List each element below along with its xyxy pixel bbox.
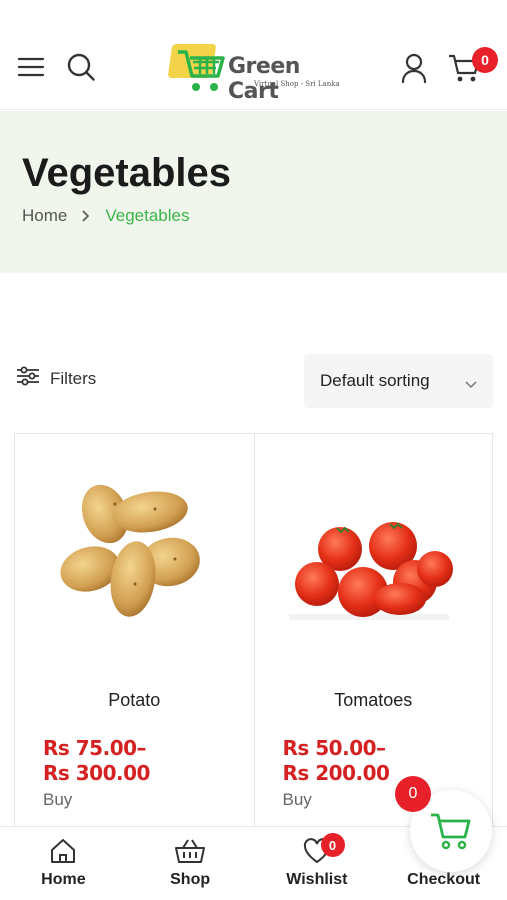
cart-icon (431, 813, 471, 850)
product-price: Rs 75.00– Rs 300.00 (43, 736, 150, 786)
product-name[interactable]: Tomatoes (255, 690, 493, 711)
sliders-icon (16, 366, 40, 391)
menu-icon[interactable] (16, 52, 46, 82)
breadcrumb-home-link[interactable]: Home (22, 206, 67, 226)
nav-item-shop[interactable]: Shop (127, 827, 254, 900)
nav-label: Wishlist (286, 871, 348, 888)
price-range-max: Rs 200.00 (282, 761, 390, 785)
home-icon (51, 839, 76, 863)
page-title: Vegetables (22, 151, 232, 195)
nav-label: Checkout (407, 871, 481, 888)
product-grid: Potato Rs 75.00– Rs 300.00 Buy Tomatoes (14, 433, 493, 833)
tomatoes-image[interactable] (285, 464, 465, 664)
logo-title: Green Cart (228, 54, 300, 104)
sort-select[interactable]: Default sorting (304, 354, 493, 408)
wishlist-count-badge: 0 (320, 833, 345, 857)
site-logo[interactable]: Green Cart Virtual Shop - Sri Lanka (166, 40, 346, 104)
price-range-min: Rs 75.00– (43, 736, 147, 760)
nav-item-home[interactable]: Home (0, 827, 127, 900)
filters-label: Filters (50, 368, 97, 388)
chevron-down-icon (465, 374, 477, 394)
buy-button[interactable]: Buy (43, 790, 72, 810)
potato-image[interactable] (45, 464, 225, 664)
logo-cart-icon (178, 50, 225, 91)
basket-icon (175, 839, 206, 863)
logo-subtitle: Virtual Shop - Sri Lanka (254, 80, 340, 88)
price-range-max: Rs 300.00 (43, 761, 150, 785)
cart-count-badge: 0 (472, 47, 498, 73)
product-card[interactable]: Tomatoes Rs 50.00– Rs 200.00 Buy (253, 434, 493, 833)
price-range-min: Rs 50.00– (282, 736, 387, 760)
nav-label: Shop (170, 871, 211, 888)
buy-button[interactable]: Buy (283, 790, 312, 810)
user-icon[interactable] (398, 52, 430, 84)
product-price: Rs 50.00– Rs 200.00 (283, 736, 390, 786)
breadcrumb: Home Vegetables (22, 206, 190, 226)
nav-item-wishlist[interactable]: 0 Wishlist (254, 827, 381, 900)
page-banner: Vegetables Home Vegetables (0, 111, 507, 273)
sort-value: Default sorting (320, 371, 430, 390)
floating-cart-count-badge: 0 (395, 776, 431, 812)
nav-label: Home (41, 871, 86, 888)
filters-button[interactable]: Filters (16, 366, 96, 391)
breadcrumb-current: Vegetables (105, 206, 190, 225)
product-name[interactable]: Potato (15, 690, 254, 711)
site-header: Green Cart Virtual Shop - Sri Lanka 0 (0, 0, 507, 110)
search-icon[interactable] (64, 50, 98, 84)
product-card[interactable]: Potato Rs 75.00– Rs 300.00 Buy (15, 434, 254, 833)
chevron-right-icon (81, 209, 91, 223)
